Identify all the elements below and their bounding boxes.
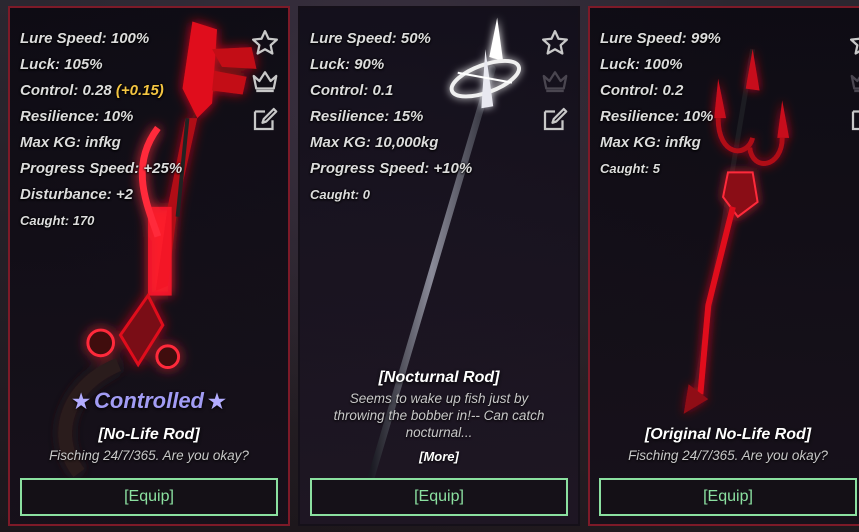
rod-name: [No-Life Rod]	[98, 426, 200, 443]
stat-max-kg: Max KG: 10,000kg	[310, 134, 439, 151]
star-icon	[542, 30, 568, 55]
equip-button[interactable]: [Equip]	[20, 478, 278, 516]
favorite-button[interactable]	[846, 26, 859, 60]
rod-stats: Lure Speed: 99% Luck: 100% Control: 0.2 …	[600, 26, 721, 182]
stat-control: Control: 0.1	[310, 82, 394, 99]
stat-resilience: Resilience: 15%	[310, 108, 424, 125]
stat-max-kg: Max KG: infkg	[600, 134, 701, 151]
crown-icon	[252, 71, 278, 93]
stat-disturbance: Disturbance: +2	[20, 186, 133, 203]
enchant-label: ★ Controlled ★	[10, 388, 288, 414]
rod-description: Fisching 24/7/365. Are you okay?	[628, 448, 828, 463]
crown-icon	[850, 74, 859, 93]
favorite-button[interactable]	[248, 26, 282, 60]
rename-button[interactable]	[538, 102, 572, 136]
rod-actions	[248, 26, 282, 140]
crown-button[interactable]	[538, 64, 572, 98]
stat-control: Control: 0.2	[600, 82, 684, 99]
stat-lure-speed: Lure Speed: 50%	[310, 30, 431, 47]
stat-resilience: Resilience: 10%	[20, 108, 134, 125]
rod-name: [Original No-Life Rod]	[644, 426, 812, 443]
rod-stats: Lure Speed: 50% Luck: 90% Control: 0.1 R…	[310, 26, 472, 208]
stat-control-bonus: (+0.15)	[115, 82, 164, 99]
equip-button[interactable]: [Equip]	[310, 478, 568, 516]
stat-control: Control: 0.28 (+0.15)	[20, 78, 182, 104]
stat-progress-speed: Progress Speed: +25%	[20, 160, 183, 177]
stat-caught: Caught: 0	[310, 187, 370, 202]
rod-card-nocturnal[interactable]: Lure Speed: 50% Luck: 90% Control: 0.1 R…	[298, 6, 580, 526]
equip-button[interactable]: [Equip]	[599, 478, 857, 516]
enchant-star-left: ★	[72, 391, 90, 413]
stat-lure-speed: Lure Speed: 100%	[20, 30, 150, 47]
stat-luck: Luck: 100%	[600, 56, 683, 73]
rod-card-footer: [Original No-Life Rod] Fisching 24/7/365…	[590, 426, 859, 524]
rod-card-footer: ★ Controlled ★ [No-Life Rod] Fisching 24/7…	[10, 388, 288, 524]
crown-button[interactable]	[248, 64, 282, 98]
star-icon	[252, 30, 278, 55]
more-link[interactable]: [More]	[300, 449, 578, 464]
crown-icon	[542, 71, 568, 93]
rod-actions	[846, 26, 859, 140]
rod-card-footer: [Nocturnal Rod] Seems to wake up fish ju…	[300, 369, 578, 524]
rod-card-original-no-life[interactable]: Lure Speed: 99% Luck: 100% Control: 0.2 …	[588, 6, 859, 526]
stat-caught: Caught: 170	[20, 213, 95, 228]
rod-name: [Nocturnal Rod]	[378, 369, 500, 386]
edit-icon	[543, 107, 568, 131]
stat-lure-speed: Lure Speed: 99%	[600, 30, 721, 47]
rename-button[interactable]	[248, 102, 282, 136]
star-icon	[850, 37, 859, 55]
stat-caught: Caught: 5	[600, 161, 660, 176]
stat-max-kg: Max KG: infkg	[20, 134, 121, 151]
favorite-button[interactable]	[538, 26, 572, 60]
enchant-star-right: ★	[208, 391, 226, 413]
stat-luck: Luck: 105%	[20, 56, 103, 73]
stat-resilience: Resilience: 10%	[600, 108, 714, 125]
crown-button[interactable]	[846, 64, 859, 98]
rod-actions	[538, 26, 572, 140]
rod-card-no-life[interactable]: Lure Speed: 100% Luck: 105% Control: 0.2…	[8, 6, 290, 526]
stat-progress-speed: Progress Speed: +10%	[310, 160, 473, 177]
stat-luck: Luck: 90%	[310, 56, 385, 73]
rod-description: Seems to wake up fish just by throwing t…	[333, 391, 545, 440]
rename-button[interactable]	[846, 102, 859, 136]
stat-control-value: Control: 0.28	[20, 82, 112, 99]
rod-description: Fisching 24/7/365. Are you okay?	[49, 448, 249, 463]
edit-icon	[253, 107, 278, 131]
enchant-name: Controlled	[94, 388, 204, 413]
rod-stats: Lure Speed: 100% Luck: 105% Control: 0.2…	[20, 26, 182, 234]
edit-icon	[851, 110, 859, 131]
